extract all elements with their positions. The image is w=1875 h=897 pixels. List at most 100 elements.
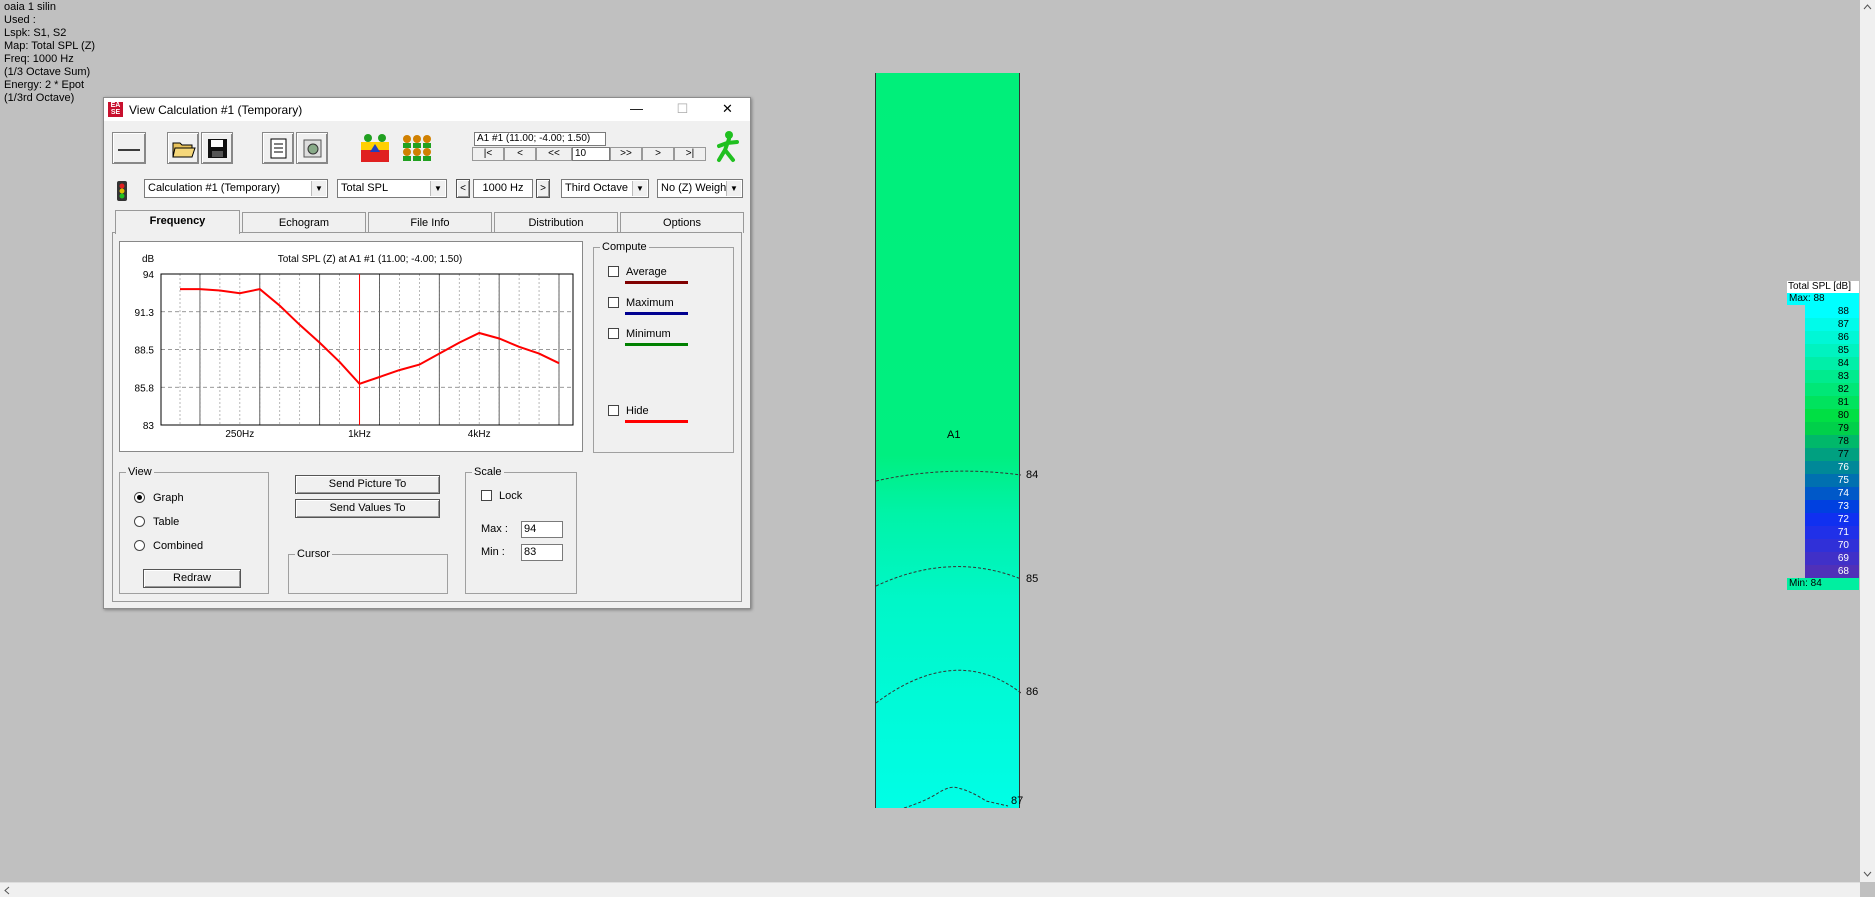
graph-radio[interactable] bbox=[134, 492, 145, 503]
chevron-down-icon: ▼ bbox=[311, 181, 326, 196]
y-tick-label: 94 bbox=[143, 270, 155, 281]
freq-next-button[interactable]: > bbox=[536, 179, 550, 198]
app-icon: EA SE bbox=[108, 102, 123, 117]
tab-frequency[interactable]: Frequency bbox=[115, 210, 240, 234]
weighting-select-value: No (Z) Weigh bbox=[661, 182, 727, 194]
legend-row: 74 bbox=[1805, 487, 1859, 500]
legend-row: 83 bbox=[1805, 370, 1859, 383]
max-input[interactable]: 94 bbox=[521, 521, 563, 538]
legend-row: 87 bbox=[1805, 318, 1859, 331]
info-line: Energy: 2 * Epot bbox=[4, 79, 85, 91]
chevron-down-icon: ▼ bbox=[726, 181, 741, 196]
band-select[interactable]: Third Octave ▼ bbox=[561, 179, 649, 198]
tab-file-info[interactable]: File Info bbox=[368, 212, 492, 233]
tab-distribution[interactable]: Distribution bbox=[494, 212, 618, 233]
legend-row: 79 bbox=[1805, 422, 1859, 435]
legend-row: 88 bbox=[1805, 305, 1859, 318]
combined-label: Combined bbox=[153, 540, 204, 552]
graph-label: Graph bbox=[153, 492, 184, 504]
view-calculation-window[interactable]: EA SE View Calculation #1 (Temporary) — ☐… bbox=[103, 97, 751, 609]
horizontal-scrollbar[interactable] bbox=[0, 882, 1860, 897]
run-button[interactable] bbox=[713, 130, 743, 166]
settings-button[interactable] bbox=[296, 132, 328, 164]
legend-row: 75 bbox=[1805, 474, 1859, 487]
minimum-checkbox[interactable] bbox=[608, 328, 619, 339]
hide-color-line bbox=[625, 420, 688, 423]
hide-checkbox[interactable] bbox=[608, 405, 619, 416]
view-group: View Graph Table Combined Redraw bbox=[119, 466, 269, 594]
info-line: (1/3rd Octave) bbox=[4, 92, 75, 104]
lock-label: Lock bbox=[499, 490, 523, 502]
table-radio[interactable] bbox=[134, 516, 145, 527]
map-type-select[interactable]: Total SPL ▼ bbox=[337, 179, 447, 198]
average-checkbox[interactable] bbox=[608, 266, 619, 277]
tab-echogram[interactable]: Echogram bbox=[242, 212, 366, 233]
combined-radio[interactable] bbox=[134, 540, 145, 551]
legend-row: 73 bbox=[1805, 500, 1859, 513]
report-button[interactable] bbox=[262, 132, 294, 164]
legend-row: 70 bbox=[1805, 539, 1859, 552]
next-button[interactable]: > bbox=[642, 147, 674, 161]
map-view-button[interactable] bbox=[359, 132, 391, 164]
cursor-legend: Cursor bbox=[295, 548, 333, 560]
contour-label: 85 bbox=[1026, 573, 1039, 585]
average-color-line bbox=[625, 281, 688, 284]
contour-87 bbox=[903, 786, 1009, 808]
min-input[interactable]: 83 bbox=[521, 544, 563, 561]
multi-map-button[interactable] bbox=[400, 132, 432, 164]
lock-checkbox[interactable] bbox=[481, 490, 492, 501]
send-picture-button[interactable]: Send Picture To bbox=[295, 475, 440, 494]
prev-button[interactable]: < bbox=[504, 147, 536, 161]
contour-84 bbox=[876, 470, 1021, 482]
folder-open-icon bbox=[172, 142, 196, 158]
first-button[interactable]: |< bbox=[472, 147, 504, 161]
room-map[interactable]: A1 84 85 86 87 bbox=[875, 73, 1038, 808]
info-line: Freq: 1000 Hz bbox=[4, 53, 74, 65]
frequency-field[interactable]: 1000 Hz bbox=[473, 179, 533, 198]
save-button[interactable] bbox=[201, 132, 233, 164]
calculation-select-value: Calculation #1 (Temporary) bbox=[148, 182, 281, 194]
open-button[interactable] bbox=[167, 132, 199, 164]
minimize-button[interactable]: — bbox=[614, 98, 659, 121]
dash-icon bbox=[118, 149, 140, 151]
calculation-select[interactable]: Calculation #1 (Temporary) ▼ bbox=[144, 179, 328, 198]
vertical-scrollbar[interactable] bbox=[1860, 0, 1875, 882]
info-line: (1/3 Octave Sum) bbox=[4, 66, 91, 78]
legend-max: Max: 88 bbox=[1787, 293, 1859, 305]
info-line: oaia 1 silin bbox=[4, 1, 56, 13]
chevron-down-icon: ▼ bbox=[632, 181, 647, 196]
step-input[interactable]: 10 bbox=[572, 147, 610, 161]
y-tick-label: 85.8 bbox=[135, 383, 155, 394]
freq-prev-button[interactable]: < bbox=[456, 179, 470, 198]
compute-legend: Compute bbox=[600, 241, 649, 253]
frequency-chart[interactable]: 94 91.3 88.5 85.8 83 250Hz 1kHz 4kHz Total SPL (… bbox=[119, 241, 583, 452]
redraw-button[interactable]: Redraw bbox=[143, 569, 241, 588]
map-type-select-value: Total SPL bbox=[341, 182, 389, 194]
maximize-button[interactable]: ☐ bbox=[660, 98, 705, 121]
spl-legend: Total SPL [dB] Max: 88 88 87 86 85 84 83 82 81 8… bbox=[1787, 281, 1859, 590]
send-values-button[interactable]: Send Values To bbox=[295, 499, 440, 518]
next-fast-button[interactable]: >> bbox=[610, 147, 642, 161]
maximum-color-line bbox=[625, 312, 688, 315]
maximum-checkbox[interactable] bbox=[608, 297, 619, 308]
x-tick-label: 1kHz bbox=[348, 429, 371, 440]
legend-row: 80 bbox=[1805, 409, 1859, 422]
chevron-down-icon: ▼ bbox=[430, 181, 445, 196]
dash-button[interactable] bbox=[112, 132, 146, 164]
running-man-icon bbox=[717, 131, 739, 162]
title-bar[interactable]: EA SE View Calculation #1 (Temporary) — ☐… bbox=[104, 98, 750, 121]
close-button[interactable]: ✕ bbox=[705, 98, 750, 121]
info-line: Used : bbox=[4, 14, 36, 26]
chart-title: Total SPL (Z) at A1 #1 (11.00; -4.00; 1.… bbox=[278, 254, 463, 265]
legend-row: 71 bbox=[1805, 526, 1859, 539]
multi-receiver-icon bbox=[403, 135, 431, 161]
prev-fast-button[interactable]: << bbox=[536, 147, 572, 161]
band-select-value: Third Octave bbox=[565, 182, 628, 194]
view-legend: View bbox=[126, 466, 154, 478]
tab-options[interactable]: Options bbox=[620, 212, 744, 233]
average-label: Average bbox=[626, 266, 667, 278]
last-button[interactable]: >| bbox=[674, 147, 706, 161]
contour-label: 84 bbox=[1026, 469, 1039, 481]
minimum-label: Minimum bbox=[626, 328, 671, 340]
weighting-select[interactable]: No (Z) Weigh ▼ bbox=[657, 179, 743, 198]
